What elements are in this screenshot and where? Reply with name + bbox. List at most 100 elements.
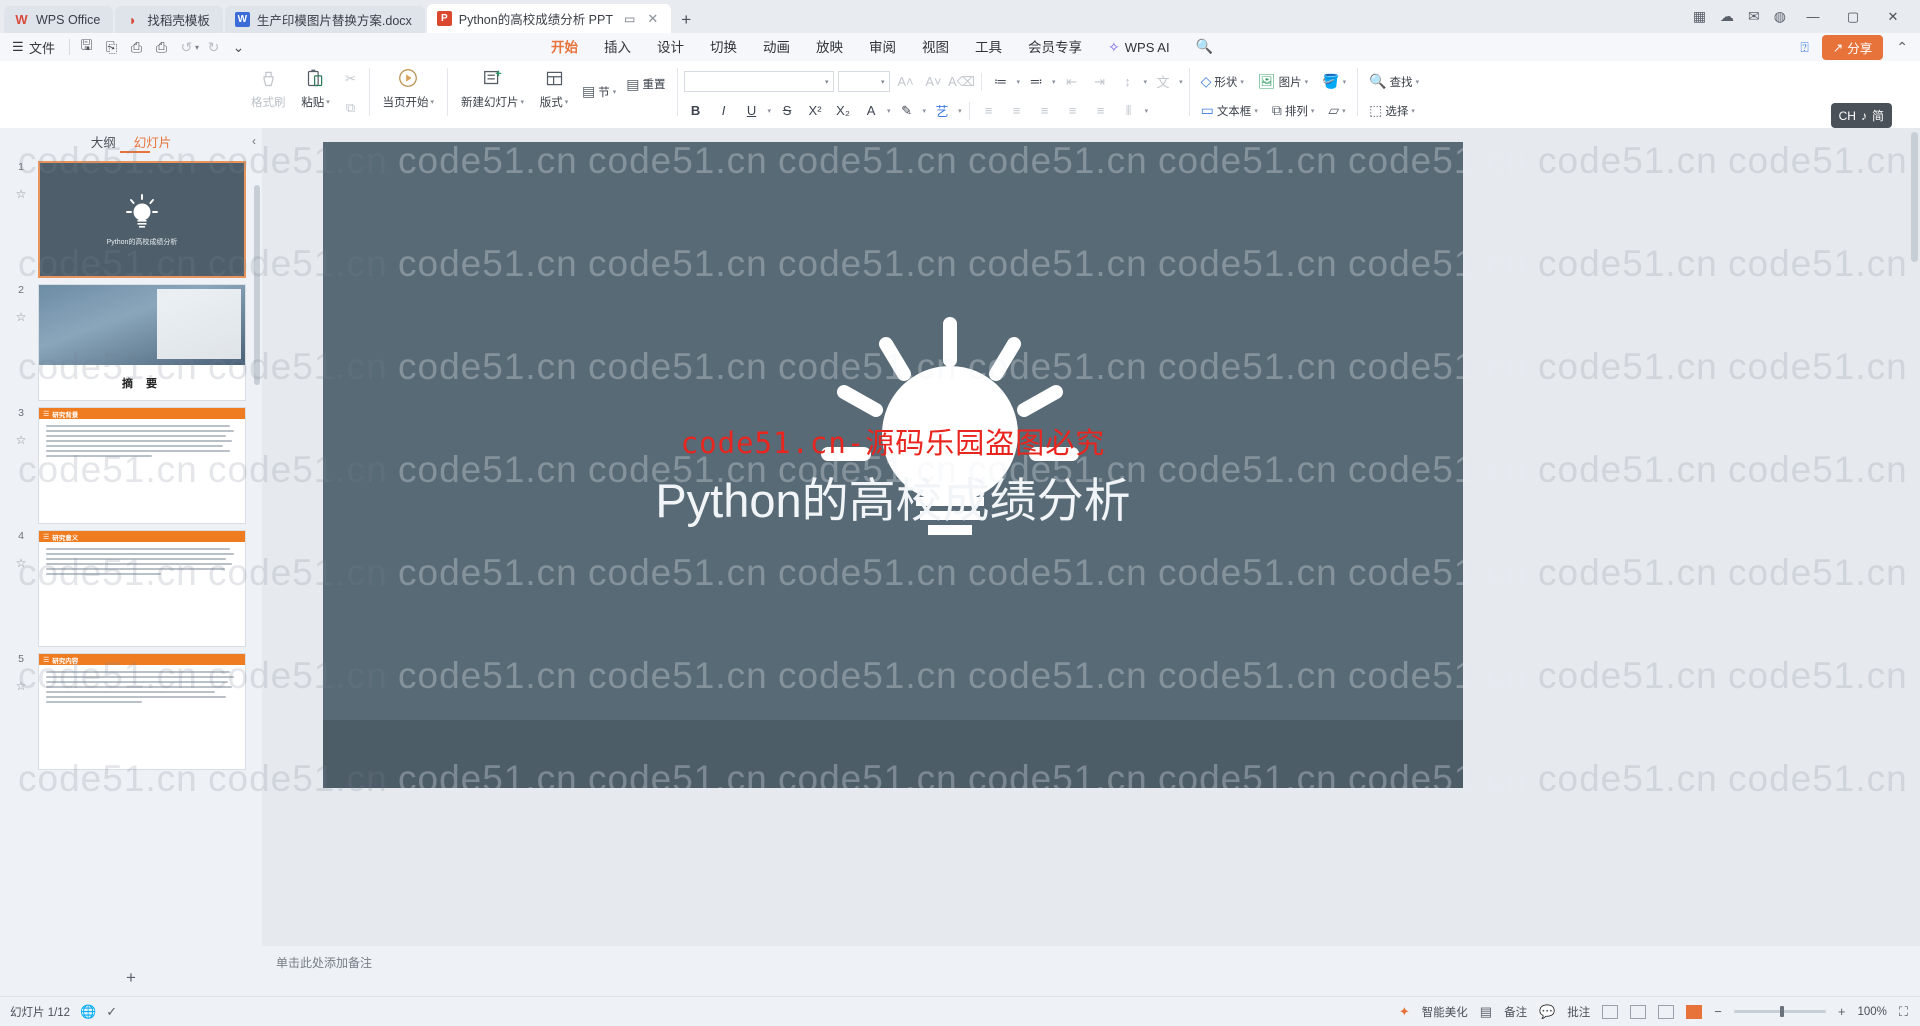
- zoom-in-button[interactable]: +: [1838, 1004, 1846, 1019]
- file-menu-button[interactable]: ☰ 文件: [0, 38, 65, 57]
- columns-icon[interactable]: ⫴: [1117, 99, 1141, 122]
- font-family-select[interactable]: ▾: [683, 71, 834, 92]
- comment-icon[interactable]: 💬: [1539, 1004, 1555, 1020]
- comment-label[interactable]: 批注: [1567, 1004, 1590, 1020]
- tab-transitions[interactable]: 切换: [710, 36, 737, 58]
- pictures-button[interactable]: 🖼 图片 ▾: [1253, 70, 1313, 94]
- font-color-icon[interactable]: A: [859, 99, 883, 122]
- text-direction-icon[interactable]: 文: [1151, 70, 1175, 93]
- copy-icon[interactable]: ⧉: [339, 96, 363, 119]
- find-button[interactable]: 🔍 查找 ▾: [1364, 70, 1424, 94]
- tab-home[interactable]: 开始: [551, 36, 578, 58]
- chevron-down-icon[interactable]: ▾: [613, 88, 617, 96]
- zoom-slider[interactable]: [1733, 1006, 1826, 1017]
- normal-view-icon[interactable]: [1602, 1004, 1619, 1019]
- search-icon[interactable]: 🔍: [1196, 38, 1213, 57]
- tab-outline[interactable]: 大纲: [91, 132, 116, 151]
- slide-title[interactable]: Python的高校成绩分析: [323, 462, 1463, 531]
- note-label[interactable]: 备注: [1504, 1004, 1527, 1020]
- section-button[interactable]: ▤ 节 ▾: [577, 80, 621, 104]
- text-highlight-icon[interactable]: ✎: [895, 99, 919, 122]
- bold-icon[interactable]: B: [684, 99, 708, 122]
- decrease-indent-icon[interactable]: ⇤: [1060, 70, 1084, 93]
- tab-word-document[interactable]: W 生产印模图片替换方案.docx: [224, 6, 425, 33]
- stage-scrollbar[interactable]: [1911, 132, 1918, 262]
- chevron-down-icon[interactable]: ▾: [1240, 78, 1244, 86]
- slide-thumbnail[interactable]: ☰ 研究背景: [38, 407, 246, 524]
- undo-dropdown-caret[interactable]: ▾: [195, 43, 199, 52]
- chevron-down-icon[interactable]: ▾: [1343, 78, 1347, 86]
- chevron-down-icon[interactable]: ▾: [1311, 107, 1315, 115]
- chevron-down-icon[interactable]: ▾: [1305, 78, 1309, 86]
- current-slide[interactable]: code51.cn-源码乐园盗图必究 Python的高校成绩分析: [323, 142, 1463, 788]
- chevron-down-icon[interactable]: ▾: [1017, 78, 1021, 86]
- minimize-button[interactable]: —: [1800, 9, 1826, 24]
- thumbnail-item-4[interactable]: 4 ☆ ☰ 研究意义: [0, 524, 262, 647]
- favorite-star-icon[interactable]: ☆: [16, 433, 27, 447]
- chevron-down-icon[interactable]: ▾: [881, 78, 885, 86]
- window-close-button[interactable]: ✕: [1880, 9, 1906, 25]
- favorite-star-icon[interactable]: ☆: [16, 310, 27, 324]
- numbering-icon[interactable]: ≕: [1024, 70, 1048, 93]
- cloud-save-icon[interactable]: ⎘: [99, 36, 124, 58]
- favorite-star-icon[interactable]: ☆: [16, 187, 27, 201]
- tab-powerpoint-document[interactable]: P Python的高校成绩分析 PPT ▭ ✕: [426, 4, 672, 33]
- chevron-down-icon[interactable]: ▾: [958, 107, 962, 115]
- redo-icon[interactable]: ↻: [201, 36, 226, 58]
- favorite-star-icon[interactable]: ☆: [16, 556, 27, 570]
- message-icon[interactable]: ✉: [1748, 8, 1760, 25]
- maximize-button[interactable]: ▢: [1840, 9, 1866, 25]
- strikethrough-icon[interactable]: S: [775, 99, 799, 122]
- clear-formatting-icon[interactable]: A⌫: [948, 70, 975, 93]
- chevron-down-icon[interactable]: ▾: [1254, 107, 1258, 115]
- shapes-button[interactable]: ◇ 形状 ▾: [1196, 70, 1249, 94]
- underline-icon[interactable]: U: [740, 99, 764, 122]
- distribute-icon[interactable]: ≡: [1089, 99, 1113, 122]
- notes-pane[interactable]: 单击此处添加备注: [262, 946, 1920, 996]
- grid-apps-icon[interactable]: ▦: [1693, 8, 1706, 25]
- tab-monitor-icon[interactable]: ▭: [624, 12, 635, 26]
- tab-tools[interactable]: 工具: [975, 36, 1002, 58]
- cloud-sync-icon[interactable]: ☁: [1720, 8, 1734, 25]
- note-icon[interactable]: ▤: [1480, 1004, 1492, 1020]
- thumbnail-item-2[interactable]: 2 ☆ 摘 要: [0, 278, 262, 401]
- tab-slideshow[interactable]: 放映: [816, 36, 843, 58]
- layout-button[interactable]: 版式 ▾: [531, 64, 577, 122]
- save-icon[interactable]: 🖫: [74, 36, 99, 58]
- fill-button[interactable]: 🪣 ▾: [1317, 70, 1351, 94]
- zoom-out-button[interactable]: −: [1714, 1004, 1722, 1019]
- chevron-down-icon[interactable]: ▾: [825, 78, 829, 86]
- user-avatar-icon[interactable]: ◍: [1774, 8, 1786, 25]
- add-slide-button[interactable]: +: [0, 968, 262, 988]
- decrease-font-size-icon[interactable]: A˅: [922, 70, 946, 93]
- new-slide-button[interactable]: 新建幻灯片 ▾: [454, 64, 531, 122]
- slide-thumbnail[interactable]: ☰ 研究意义: [38, 530, 246, 647]
- tab-member-exclusive[interactable]: 会员专享: [1028, 36, 1082, 58]
- print-preview-icon[interactable]: ⎙: [149, 36, 174, 58]
- thumbnail-item-5[interactable]: 5 ☆ ☰ 研究内容: [0, 647, 262, 770]
- ai-beautify-icon[interactable]: ✦: [1399, 1004, 1410, 1020]
- tab-view[interactable]: 视图: [922, 36, 949, 58]
- chevron-down-icon[interactable]: ▾: [1342, 107, 1346, 115]
- zoom-slider-handle[interactable]: [1779, 1006, 1784, 1017]
- chevron-down-icon[interactable]: ▾: [768, 107, 772, 115]
- spellcheck-icon[interactable]: ✓: [106, 1004, 117, 1020]
- chevron-down-icon[interactable]: ▾: [326, 98, 330, 106]
- bullets-icon[interactable]: ≔: [989, 70, 1013, 93]
- new-tab-button[interactable]: +: [673, 6, 699, 33]
- slide-thumbnail[interactable]: Python的高校成绩分析: [38, 161, 246, 278]
- reset-button[interactable]: ▤ 重置: [621, 72, 670, 96]
- align-right-icon[interactable]: ≡: [1033, 99, 1057, 122]
- chevron-down-icon[interactable]: ▾: [1179, 78, 1183, 86]
- print-icon[interactable]: ⎙: [124, 36, 149, 58]
- tab-design[interactable]: 设计: [657, 36, 684, 58]
- chevron-down-icon[interactable]: ▾: [1052, 78, 1056, 86]
- tab-slides[interactable]: 幻灯片: [134, 132, 172, 151]
- chevron-down-icon[interactable]: ▾: [887, 107, 891, 115]
- tab-animations[interactable]: 动画: [763, 36, 790, 58]
- chevron-down-icon[interactable]: ▾: [431, 98, 435, 106]
- tab-close-icon[interactable]: ✕: [647, 11, 658, 27]
- share-button[interactable]: ↗ 分享: [1821, 34, 1884, 60]
- chevron-down-icon[interactable]: ▾: [1144, 78, 1148, 86]
- textbox-button[interactable]: ▭ 文本框 ▾: [1196, 99, 1263, 123]
